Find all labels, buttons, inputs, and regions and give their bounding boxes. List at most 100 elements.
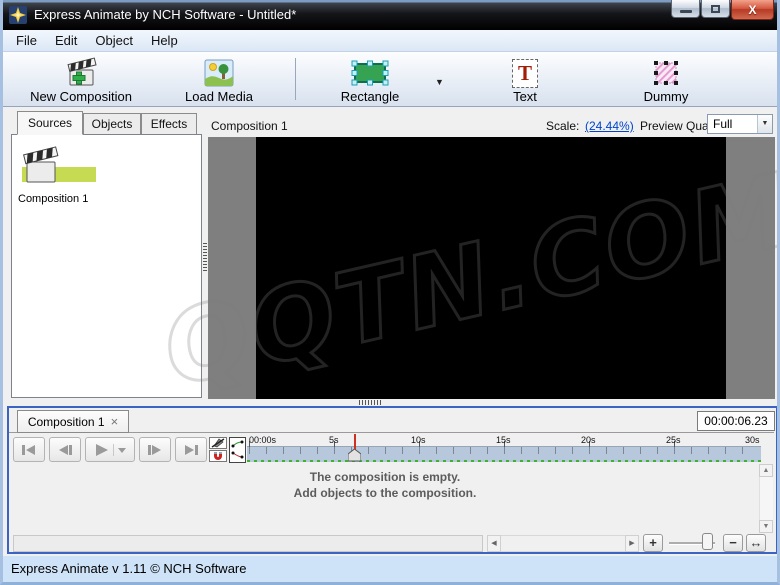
timeline-fit-button[interactable]: ↔: [746, 534, 766, 552]
play-icon: [93, 444, 127, 456]
shape-dropdown-icon[interactable]: ▼: [435, 77, 444, 87]
keyframe-curves-icon: [230, 438, 245, 462]
load-media-button[interactable]: Load Media: [161, 55, 277, 105]
play-button[interactable]: [85, 437, 135, 462]
minimize-icon: [680, 10, 692, 13]
vertical-splitter[interactable]: [203, 243, 207, 271]
arrow-left-icon: ◀: [491, 540, 496, 547]
ruler-label: 10s: [411, 435, 426, 445]
tab-effects[interactable]: Effects: [141, 113, 197, 135]
ruler-label: 5s: [329, 435, 339, 445]
ruler-label: 15s: [496, 435, 511, 445]
preview-composition-title: Composition 1: [211, 119, 288, 133]
next-frame-button[interactable]: [139, 437, 171, 462]
step-back-icon: [57, 444, 73, 456]
toolbar-divider: [295, 58, 296, 100]
pen-disabled-icon: [211, 438, 225, 448]
timeline-vertical-scrollbar[interactable]: [759, 477, 773, 520]
timecode-display: 00:00:06.23: [697, 411, 775, 431]
ruler-minor-ticks: [249, 447, 759, 454]
keyframe-curves-button[interactable]: [229, 437, 246, 463]
timeline-horizontal-scrollbar[interactable]: [501, 535, 625, 552]
horizontal-splitter[interactable]: [359, 400, 383, 405]
timeline-ruler[interactable]: 00:00s 5s 10s 15s 20s 25s 30s: [247, 434, 761, 462]
empty-composition-message: The composition is empty. Add objects to…: [9, 469, 761, 501]
close-icon: X: [748, 3, 756, 17]
menu-bar: File Edit Object Help: [3, 30, 777, 52]
playhead-handle[interactable]: [348, 449, 361, 467]
menu-edit[interactable]: Edit: [46, 30, 86, 51]
timeline-zoom-slider-thumb[interactable]: [702, 533, 713, 550]
chevron-down-icon: ▼: [757, 115, 772, 133]
timeline-zoom-in-button[interactable]: +: [643, 534, 663, 552]
dummy-object-icon: [621, 55, 711, 88]
window-title: Express Animate by NCH Software - Untitl…: [34, 0, 296, 30]
timeline-scroll-up-button[interactable]: ▲: [759, 464, 773, 477]
scale-label: Scale:: [546, 119, 579, 133]
app-window: Express Animate by NCH Software - Untitl…: [0, 0, 780, 585]
ruler-label: 25s: [666, 435, 681, 445]
empty-message-line1: The composition is empty.: [9, 469, 761, 485]
menu-file[interactable]: File: [7, 30, 46, 51]
timeline-tab-label: Composition 1: [28, 415, 105, 429]
toolbar-label: Dummy: [621, 89, 711, 104]
go-to-start-button[interactable]: [13, 437, 45, 462]
ruler-label: 20s: [581, 435, 596, 445]
clapperboard-plus-icon: [19, 55, 143, 88]
toolbar-label: Text: [491, 89, 559, 104]
toolbar-label: Rectangle: [315, 89, 425, 104]
preview-quality-value: Full: [713, 117, 732, 131]
toolbar-label: Load Media: [161, 89, 277, 104]
sources-panel: Composition 1: [11, 134, 202, 398]
new-composition-button[interactable]: New Composition: [19, 55, 143, 105]
maximize-button[interactable]: [701, 0, 730, 18]
picture-icon: [161, 55, 277, 88]
layer-list-track: [13, 535, 483, 552]
toolbar: New Composition Load Media: [3, 52, 777, 107]
tab-sources[interactable]: Sources: [17, 111, 83, 135]
step-forward-icon: [147, 444, 163, 456]
tab-close-icon[interactable]: ×: [111, 414, 119, 429]
title-bar: Express Animate by NCH Software - Untitl…: [0, 0, 780, 30]
timeline-scroll-down-button[interactable]: ▼: [759, 520, 773, 533]
snap-magnet-toggle[interactable]: [209, 450, 227, 462]
tab-objects[interactable]: Objects: [83, 113, 141, 135]
timeline-tab-composition[interactable]: Composition 1 ×: [17, 410, 129, 433]
scale-value-link[interactable]: (24.44%): [585, 119, 634, 133]
source-item-label[interactable]: Composition 1: [18, 193, 88, 205]
rectangle-tool-button[interactable]: Rectangle: [315, 55, 425, 105]
magnet-icon: [212, 451, 224, 461]
minimize-button[interactable]: [671, 0, 700, 18]
text-tool-button[interactable]: T Text: [491, 55, 559, 105]
go-to-end-button[interactable]: [175, 437, 207, 462]
composition-clapperboard-icon[interactable]: [18, 143, 66, 192]
empty-message-line2: Add objects to the composition.: [9, 485, 761, 501]
text-tool-icon: T: [512, 59, 538, 88]
rectangle-shape-icon: [315, 55, 425, 88]
auto-keyframe-toggle[interactable]: [209, 437, 227, 449]
status-bar: Express Animate v 1.11 © NCH Software: [3, 556, 777, 582]
ruler-label: 00:00s: [249, 435, 276, 445]
preview-viewport[interactable]: [208, 137, 775, 399]
window-controls: X: [670, 0, 774, 22]
maximize-icon: [711, 5, 720, 13]
menu-object[interactable]: Object: [86, 30, 142, 51]
preview-quality-select[interactable]: Full ▼: [707, 114, 773, 134]
close-button[interactable]: X: [731, 0, 774, 20]
ruler-range-indicator: [247, 460, 761, 462]
previous-frame-button[interactable]: [49, 437, 81, 462]
plus-icon: +: [649, 535, 657, 550]
ruler-label: 30s: [745, 435, 760, 445]
dummy-tool-button[interactable]: Dummy: [621, 55, 711, 105]
arrow-down-icon: ▼: [763, 523, 770, 530]
timeline-zoom-out-button[interactable]: −: [723, 534, 743, 552]
menu-help[interactable]: Help: [142, 30, 187, 51]
minus-icon: −: [729, 535, 737, 550]
skip-to-end-icon: [183, 444, 199, 456]
timeline-scroll-left-button[interactable]: ◀: [487, 535, 501, 552]
timeline-scroll-right-button[interactable]: ▶: [625, 535, 639, 552]
composition-canvas[interactable]: [256, 137, 726, 399]
fit-width-icon: ↔: [750, 535, 763, 550]
skip-to-start-icon: [21, 444, 37, 456]
toolbar-label: New Composition: [19, 89, 143, 104]
